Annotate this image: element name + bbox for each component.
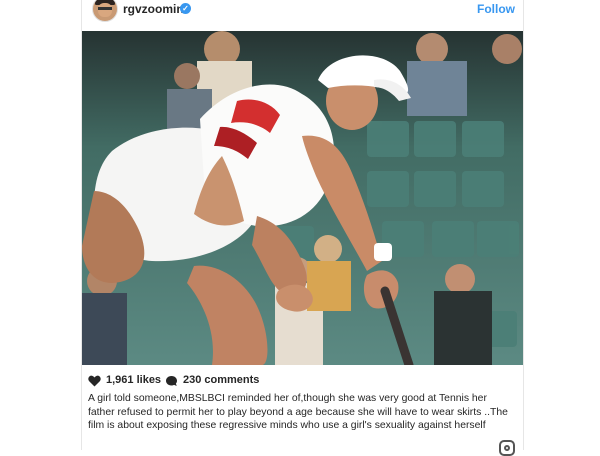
comment-bubble-icon[interactable] (165, 375, 178, 387)
tennis-photo (82, 31, 523, 365)
avatar[interactable] (92, 0, 118, 22)
comments-count[interactable]: 230 comments (183, 374, 259, 386)
post-caption: A girl told someone,MBSLBCI reminded her… (88, 393, 508, 431)
avatar-face (98, 3, 112, 17)
likes-count: 1,961 likes (106, 374, 162, 386)
verified-check-icon: ✓ (180, 3, 191, 14)
instagram-logo-icon[interactable] (499, 440, 515, 456)
username-link[interactable]: rgvzoomin (123, 2, 184, 16)
post-header: rgvzoomin ✓ Follow (82, 0, 523, 22)
follow-button[interactable]: Follow (477, 2, 515, 16)
heart-icon[interactable] (88, 375, 101, 387)
post-photo[interactable] (82, 31, 523, 365)
avatar-glasses (98, 7, 112, 10)
instagram-post: rgvzoomin ✓ Follow 1,961 likes 230 comme… (81, 0, 524, 456)
